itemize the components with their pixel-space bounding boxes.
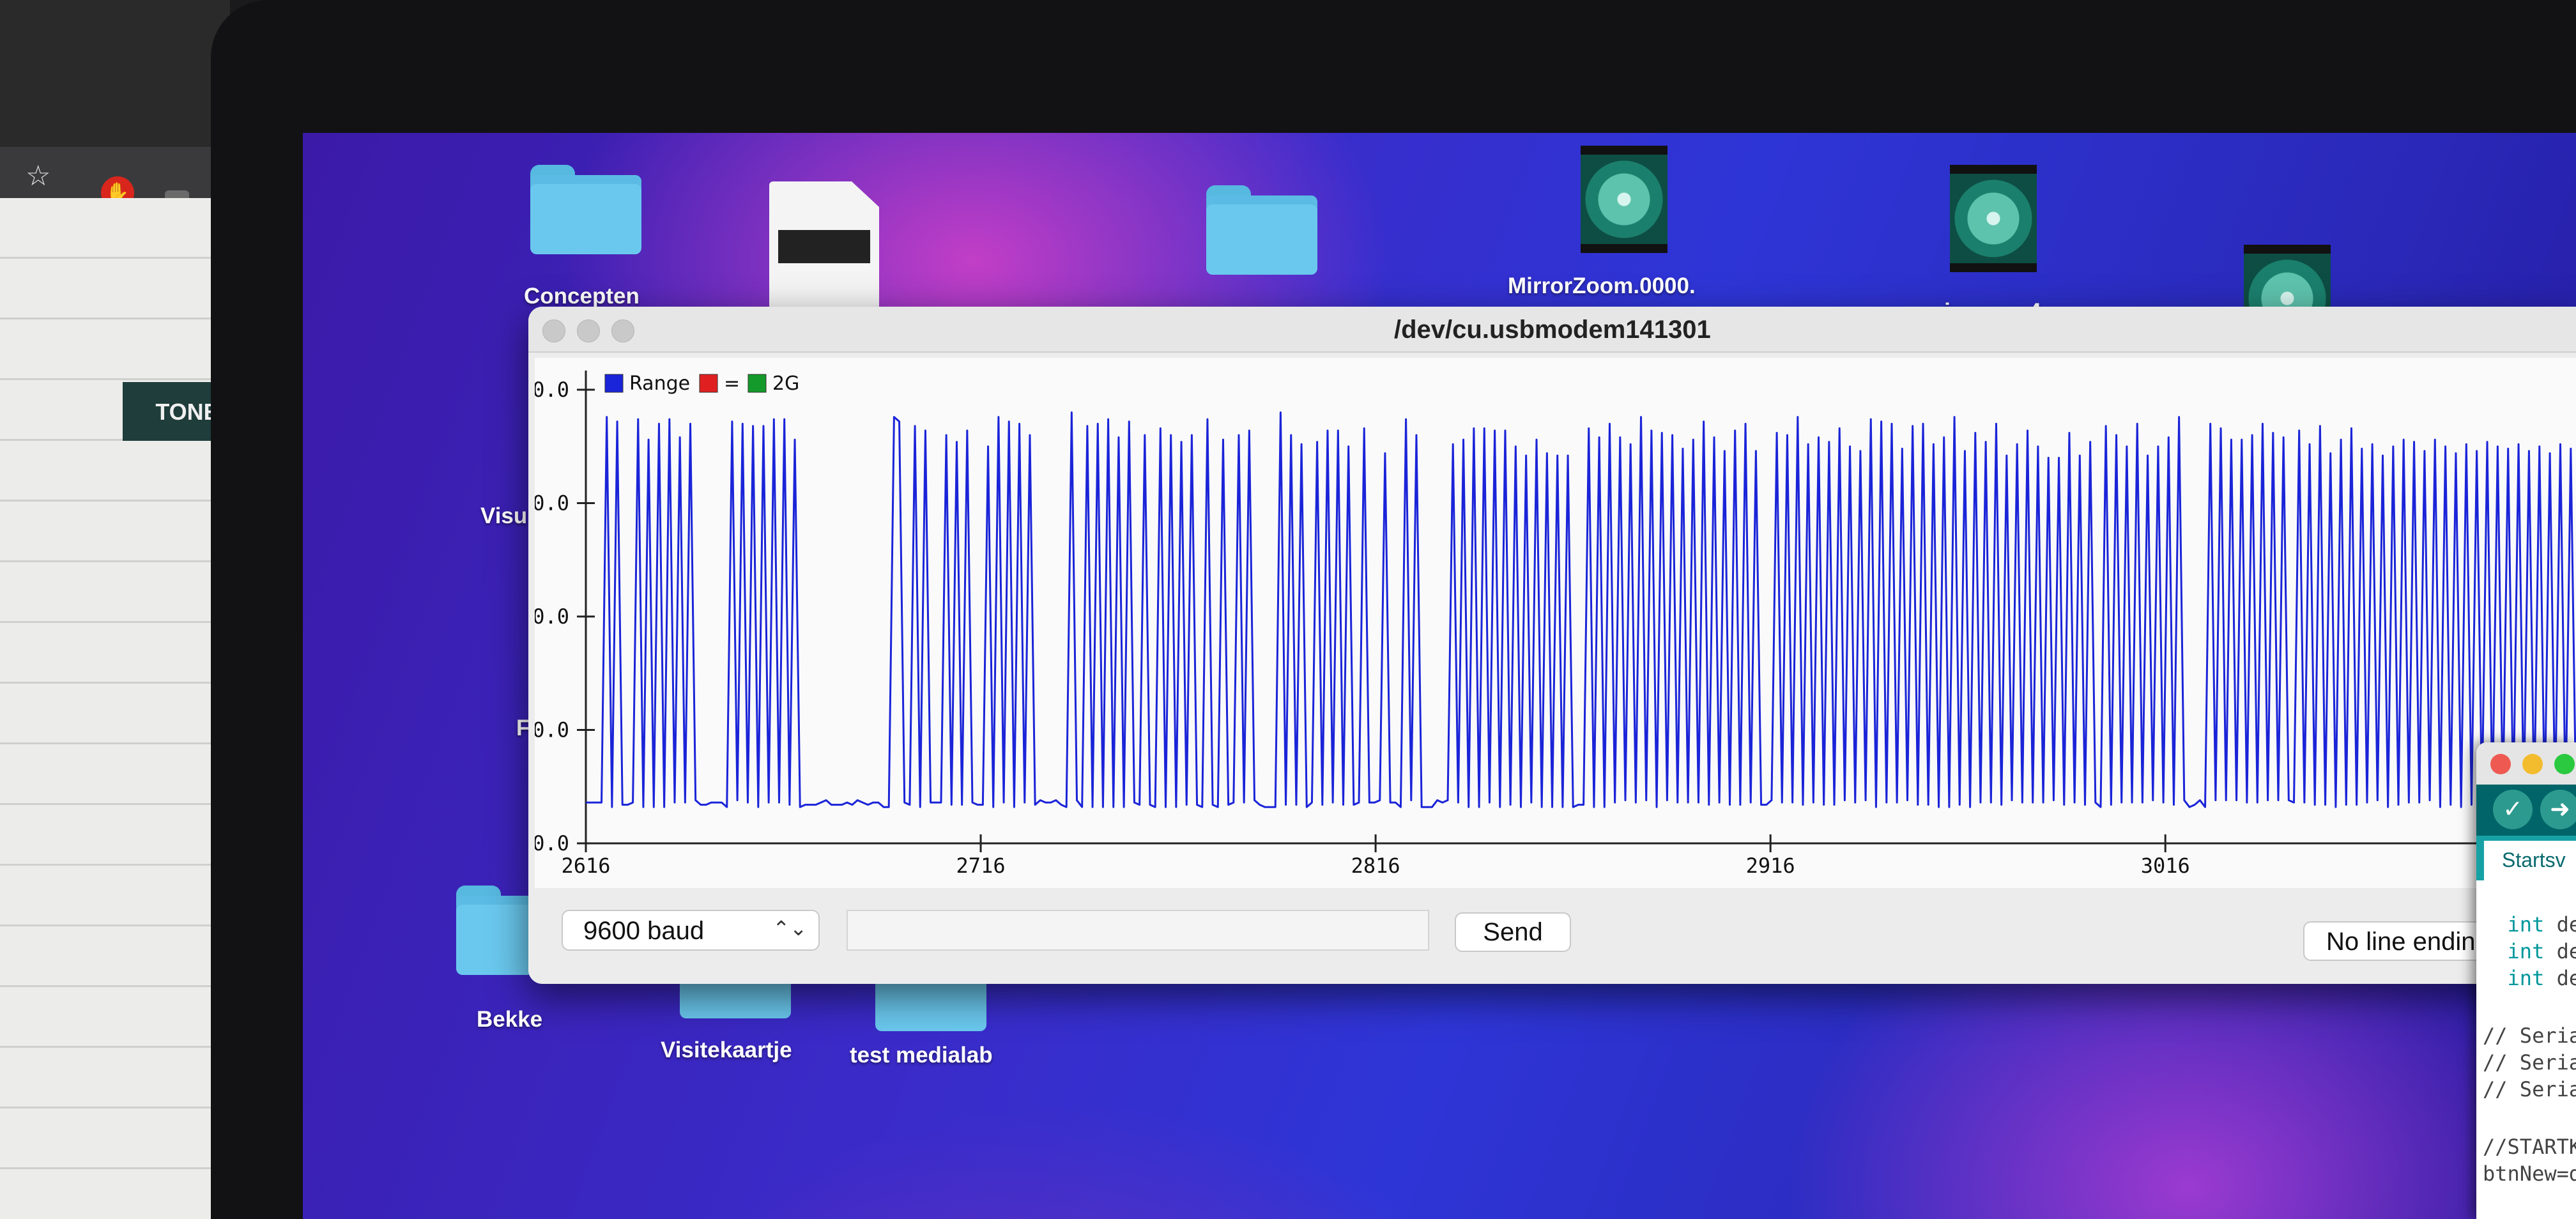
window-titlebar: /dev/cu.usbmodem141301 — [528, 307, 2576, 353]
desktop-item-label[interactable]: Visu — [480, 503, 527, 529]
x-tick-label: 2916 — [1746, 854, 1795, 878]
y-tick-label: 20000.0 — [535, 378, 569, 402]
code-line: // Seria — [2483, 1077, 2576, 1101]
code-line: // Seria — [2483, 1050, 2576, 1075]
video-thumbnail-icon[interactable] — [1581, 146, 1667, 253]
folder-icon[interactable] — [1206, 185, 1317, 275]
y-tick-label: 15000.0 — [535, 491, 569, 516]
ide-tab-sketch[interactable]: Startsv — [2484, 841, 2576, 880]
legend-swatch — [747, 374, 767, 393]
x-tick-label: 2616 — [561, 854, 610, 878]
legend-label: Range — [629, 372, 690, 395]
minimize-window-button[interactable] — [577, 319, 600, 342]
ide-titlebar — [2476, 742, 2576, 785]
ide-tabbar: Startsv — [2476, 836, 2576, 880]
zoom-window-button[interactable] — [2554, 754, 2575, 774]
video-thumbnail-icon[interactable] — [1950, 165, 2037, 272]
ide-toolbar: ✓ ➜ — [2476, 785, 2576, 836]
x-tick-label: 2816 — [1351, 854, 1400, 878]
close-window-button[interactable] — [542, 319, 565, 342]
document-file-icon[interactable] — [769, 181, 879, 309]
baud-rate-value: 9600 baud — [583, 917, 705, 945]
code-line: //STARTK — [2483, 1135, 2576, 1159]
code-line: btnNew=d — [2483, 1162, 2576, 1186]
series-line-range — [586, 411, 2576, 808]
desktop-item-label[interactable]: test medialab — [850, 1043, 993, 1068]
folder-icon[interactable] — [530, 165, 641, 254]
send-message-input[interactable] — [847, 910, 1429, 951]
plot-area: 0.0 5000.0 10000.0 15000.0 20000.0 2616 2716 28… — [535, 358, 2576, 888]
legend-label: 2G — [772, 372, 799, 395]
y-tick-label: 5000.0 — [535, 718, 569, 742]
verify-check-icon[interactable]: ✓ — [2493, 790, 2533, 829]
plotter-bottom-bar: 9600 baud ⌃⌄ Send No line ending — [528, 888, 2576, 984]
close-window-button[interactable] — [2490, 754, 2511, 774]
x-tick-label: 2716 — [956, 854, 1006, 878]
left-monitor: ☆ ✋ TONE — [0, 0, 230, 1219]
zoom-window-button[interactable] — [611, 319, 634, 342]
code-line: // Seria — [2483, 1023, 2576, 1048]
legend-label: = — [724, 372, 740, 395]
y-tick-label: 10000.0 — [535, 604, 569, 629]
upload-arrow-icon[interactable]: ➜ — [2540, 790, 2576, 829]
send-button[interactable]: Send — [1455, 912, 1571, 952]
legend-swatch — [604, 374, 624, 393]
chevron-updown-icon: ⌃⌄ — [772, 917, 807, 940]
desktop-item-label[interactable]: Concepten — [524, 284, 640, 309]
code-line: int de — [2483, 939, 2576, 963]
code-line: int de — [2483, 966, 2576, 990]
desktop-item-label[interactable]: Bekke — [477, 1007, 542, 1032]
serial-plot-chart: 0.0 5000.0 10000.0 15000.0 20000.0 2616 2716 28… — [535, 371, 2576, 878]
code-editor[interactable]: int de int de int de // Seria // Seria /… — [2476, 880, 2576, 1219]
desktop-item-label[interactable]: Visitekaartje — [661, 1038, 792, 1063]
arduino-ide-window: ✓ ➜ Startsv int de int de int de // Seri… — [2476, 742, 2576, 1219]
legend-swatch — [699, 374, 718, 393]
x-tick-label: 3016 — [2141, 854, 2190, 878]
serial-plotter-window: /dev/cu.usbmodem141301 0.0 5000.0 10000.0 1… — [528, 307, 2576, 984]
minimize-window-button[interactable] — [2522, 754, 2543, 774]
bookmark-star-icon[interactable]: ☆ — [26, 160, 50, 192]
desktop-item-label[interactable]: MirrorZoom.0000. — [1508, 273, 1696, 299]
code-line: int de — [2483, 912, 2576, 937]
y-tick-label: 0.0 — [535, 831, 569, 855]
baud-rate-select[interactable]: 9600 baud ⌃⌄ — [562, 910, 820, 951]
browser-page — [0, 198, 230, 1219]
window-title: /dev/cu.usbmodem141301 — [1394, 316, 1711, 344]
